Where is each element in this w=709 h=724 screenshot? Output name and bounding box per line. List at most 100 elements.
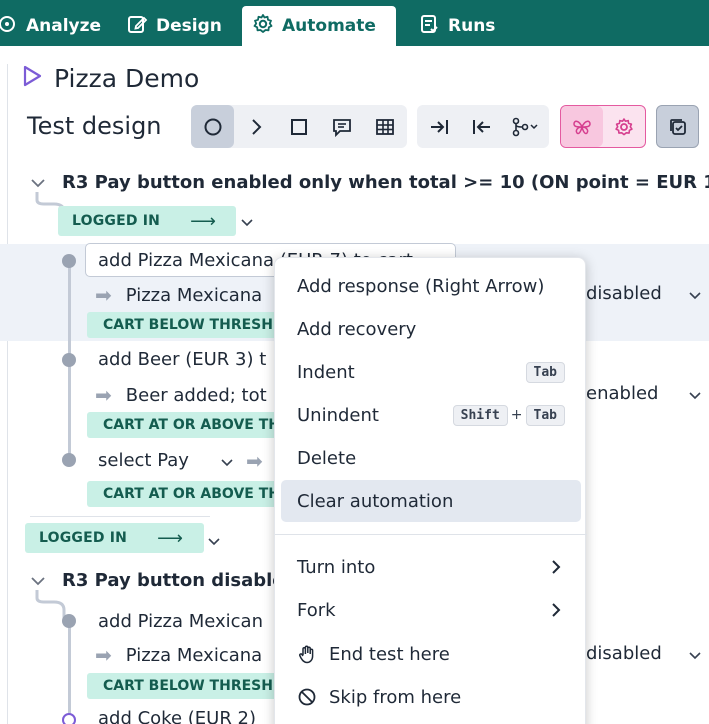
state-badge[interactable]: CART AT OR ABOVE TH <box>87 412 296 438</box>
tab-runs[interactable]: Runs <box>408 6 505 46</box>
tab-design[interactable]: Design <box>116 6 232 46</box>
test-case-header[interactable]: R3 Pay button disable <box>30 570 285 591</box>
response-text: Beer added; tot <box>125 384 267 406</box>
indent-icon <box>430 119 448 134</box>
step-label[interactable]: add Pizza Mexican <box>98 611 263 632</box>
step-dot[interactable] <box>62 453 76 467</box>
tab-automate[interactable]: Automate <box>242 6 396 46</box>
square-tool-button[interactable] <box>277 105 320 148</box>
step-label[interactable]: add Coke (EUR 2) <box>98 708 256 724</box>
state-badge[interactable]: CART BELOW THRESH <box>87 673 289 699</box>
arrow-right-icon: ➡ <box>246 449 263 473</box>
table-tool-button[interactable] <box>363 105 406 148</box>
checklist-button[interactable] <box>657 106 698 147</box>
chevron-right-icon <box>552 560 561 574</box>
automation-settings-button[interactable] <box>603 106 645 147</box>
top-nav-bar: Analyze Design Automate Runs <box>0 0 709 46</box>
prohibited-icon <box>297 687 317 707</box>
shape-toolbar <box>191 105 407 148</box>
chevron-down-icon[interactable] <box>689 391 701 401</box>
section-subtitle: Test design <box>27 112 162 140</box>
gear-icon <box>615 117 633 135</box>
analyze-icon <box>0 13 18 40</box>
response-text: Pizza Mexicana <box>125 644 263 666</box>
arrow-right-icon: ➡ <box>95 383 112 407</box>
test-case-header[interactable]: R3 Pay button enabled only when total >=… <box>30 172 709 193</box>
chevron-tool-button[interactable] <box>234 105 277 148</box>
branch-tool-button[interactable] <box>503 105 549 148</box>
hand-icon <box>297 644 317 664</box>
context-menu: Add response (Right Arrow) Add recovery … <box>274 257 587 724</box>
menu-item-turn-into[interactable]: Turn into <box>281 546 581 588</box>
play-icon[interactable] <box>22 65 42 92</box>
table-icon <box>375 118 394 135</box>
checklist-icon <box>669 118 686 135</box>
step-label[interactable]: add Beer (EUR 3) t <box>98 349 266 370</box>
step-response[interactable]: ➡ Beer added; tot <box>95 383 267 407</box>
tab-label: Automate <box>282 16 376 36</box>
step-dot[interactable] <box>62 353 76 367</box>
chevron-down-icon[interactable] <box>208 537 220 547</box>
keyboard-shortcut: Shift + Tab <box>452 404 565 426</box>
state-badge[interactable]: CART BELOW THRESH <box>87 312 289 338</box>
state-badge[interactable]: LOGGED IN ⟶ <box>25 523 204 553</box>
tab-label: Runs <box>448 16 496 36</box>
menu-item-add-recovery[interactable]: Add recovery <box>281 308 581 350</box>
arrow-right-icon: ➡ <box>95 643 112 667</box>
test-case-title: R3 Pay button disable <box>62 570 285 591</box>
outdent-icon <box>472 119 490 134</box>
test-case-title: R3 Pay button enabled only when total >=… <box>62 172 709 193</box>
state-badge[interactable]: LOGGED IN ⟶ <box>58 206 236 236</box>
chevron-down-icon[interactable] <box>30 573 46 589</box>
page-title: Pizza Demo <box>54 64 200 93</box>
step-dot[interactable] <box>62 614 76 628</box>
menu-item-indent[interactable]: Indent Tab <box>281 351 581 393</box>
arrow-right-icon: ⟶ <box>157 527 184 549</box>
chevron-down-icon[interactable] <box>689 291 701 301</box>
comment-icon <box>332 118 351 137</box>
tab-label: Analyze <box>26 16 102 36</box>
page-title-row: Pizza Demo <box>22 64 199 93</box>
menu-item-unindent[interactable]: Unindent Shift + Tab <box>281 394 581 436</box>
indent-tool-button[interactable] <box>417 105 460 148</box>
edit-icon <box>126 13 148 40</box>
circle-tool-button[interactable] <box>191 105 234 148</box>
keyboard-shortcut: Tab <box>525 361 565 383</box>
chevron-right-icon <box>552 603 561 617</box>
left-divider <box>7 64 8 724</box>
step-response[interactable]: ➡ Pizza Mexicana <box>95 283 262 307</box>
menu-item-skip-from-here[interactable]: Skip from here <box>281 676 581 718</box>
automation-toolbar <box>560 105 646 148</box>
outdent-tool-button[interactable] <box>460 105 503 148</box>
step-response[interactable]: ➡ Pizza Mexicana <box>95 643 262 667</box>
step-dot[interactable] <box>62 713 76 724</box>
step-dot[interactable] <box>62 254 76 268</box>
butterfly-icon <box>573 120 591 134</box>
menu-separator <box>275 534 587 535</box>
chevron-down-icon[interactable] <box>30 175 46 191</box>
menu-item-end-test-here[interactable]: End test here <box>281 633 581 675</box>
gear-icon <box>252 13 274 40</box>
chevron-down-icon[interactable] <box>689 651 701 661</box>
arrow-right-icon: ➡ <box>95 283 112 307</box>
state-badge[interactable]: CART AT OR ABOVE TH <box>87 481 296 507</box>
circle-icon <box>204 118 221 135</box>
tab-analyze[interactable]: Analyze <box>0 6 111 46</box>
divider <box>30 516 210 517</box>
comment-tool-button[interactable] <box>320 105 363 148</box>
butterfly-tool-button[interactable] <box>561 106 603 147</box>
response-text: Pizza Mexicana <box>125 284 263 306</box>
arrange-toolbar <box>417 105 549 148</box>
tab-label: Design <box>156 16 222 36</box>
chevron-down-icon[interactable] <box>221 458 233 468</box>
menu-item-fork[interactable]: Fork <box>281 589 581 631</box>
response-tail: disabled <box>586 643 662 664</box>
branch-icon <box>512 117 538 136</box>
chevron-right-icon <box>251 118 261 135</box>
chevron-down-icon[interactable] <box>241 218 253 228</box>
menu-item-clear-automation[interactable]: Clear automation <box>281 480 581 522</box>
menu-item-add-response[interactable]: Add response (Right Arrow) <box>281 265 581 307</box>
step-label[interactable]: select Pay <box>98 450 189 471</box>
menu-item-delete[interactable]: Delete <box>281 437 581 479</box>
arrow-right-icon: ⟶ <box>190 210 217 232</box>
